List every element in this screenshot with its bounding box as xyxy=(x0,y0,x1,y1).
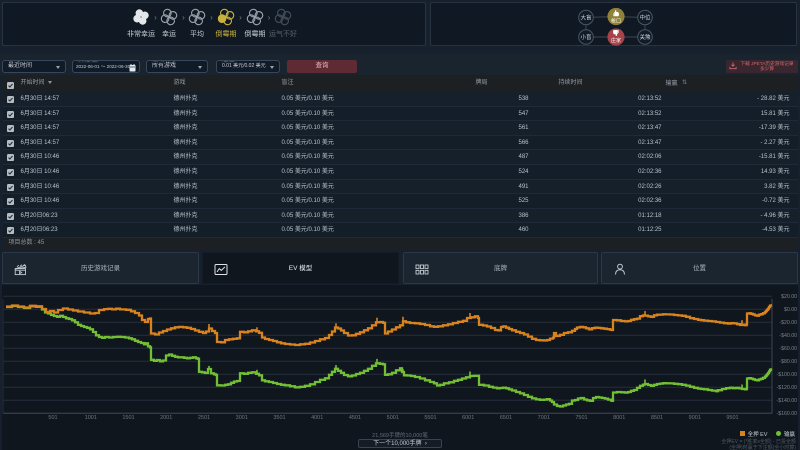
svg-text:关煞: 关煞 xyxy=(639,33,651,41)
svg-text:9001: 9001 xyxy=(689,415,701,421)
svg-text:$20.00: $20.00 xyxy=(781,294,797,300)
svg-text:›: › xyxy=(268,13,271,22)
svg-text:-$80.00: -$80.00 xyxy=(779,359,797,365)
svg-text:幸运: 幸运 xyxy=(162,30,176,38)
svg-text:›: › xyxy=(239,13,242,22)
svg-text:3001: 3001 xyxy=(236,415,248,421)
svg-text:4501: 4501 xyxy=(349,415,361,421)
svg-text:枪口: 枪口 xyxy=(611,17,621,24)
svg-text:›: › xyxy=(154,13,157,22)
svg-text:6501: 6501 xyxy=(500,415,512,421)
svg-text:平均: 平均 xyxy=(190,29,204,38)
svg-text:运气不好: 运气不好 xyxy=(269,29,297,38)
svg-text:1001: 1001 xyxy=(85,415,97,421)
svg-text:5501: 5501 xyxy=(424,415,436,421)
svg-text:4001: 4001 xyxy=(311,415,323,421)
svg-text:1501: 1501 xyxy=(122,415,134,421)
svg-text:2501: 2501 xyxy=(198,415,210,421)
svg-text:$0.00: $0.00 xyxy=(784,307,797,313)
svg-text:3501: 3501 xyxy=(273,415,285,421)
svg-text:5001: 5001 xyxy=(387,415,399,421)
svg-text:6001: 6001 xyxy=(462,415,474,421)
svg-text:-$140.00: -$140.00 xyxy=(777,398,798,404)
svg-text:-$60.00: -$60.00 xyxy=(779,346,797,352)
svg-text:9501: 9501 xyxy=(726,415,738,421)
svg-text:庄家: 庄家 xyxy=(611,37,621,44)
svg-text:-$100.00: -$100.00 xyxy=(777,372,798,378)
svg-text:-$40.00: -$40.00 xyxy=(779,333,797,339)
svg-text:-$120.00: -$120.00 xyxy=(777,385,798,391)
svg-text:-$20.00: -$20.00 xyxy=(779,320,797,326)
svg-text:›: › xyxy=(182,13,185,22)
svg-text:8001: 8001 xyxy=(613,415,625,421)
svg-text:7001: 7001 xyxy=(538,415,550,421)
svg-text:倒霉期: 倒霉期 xyxy=(216,29,237,38)
svg-text:小盲: 小盲 xyxy=(580,33,592,41)
svg-text:大盲: 大盲 xyxy=(580,14,592,22)
svg-text:2001: 2001 xyxy=(160,415,172,421)
svg-text:倒霉期: 倒霉期 xyxy=(245,29,266,38)
svg-text:501: 501 xyxy=(48,415,57,421)
svg-text:7501: 7501 xyxy=(575,415,587,421)
svg-text:中位: 中位 xyxy=(639,14,651,22)
svg-text:-$160.00: -$160.00 xyxy=(777,411,798,417)
svg-text:›: › xyxy=(210,13,213,22)
svg-text:8501: 8501 xyxy=(651,415,663,421)
svg-text:非常幸运: 非常幸运 xyxy=(127,29,155,38)
